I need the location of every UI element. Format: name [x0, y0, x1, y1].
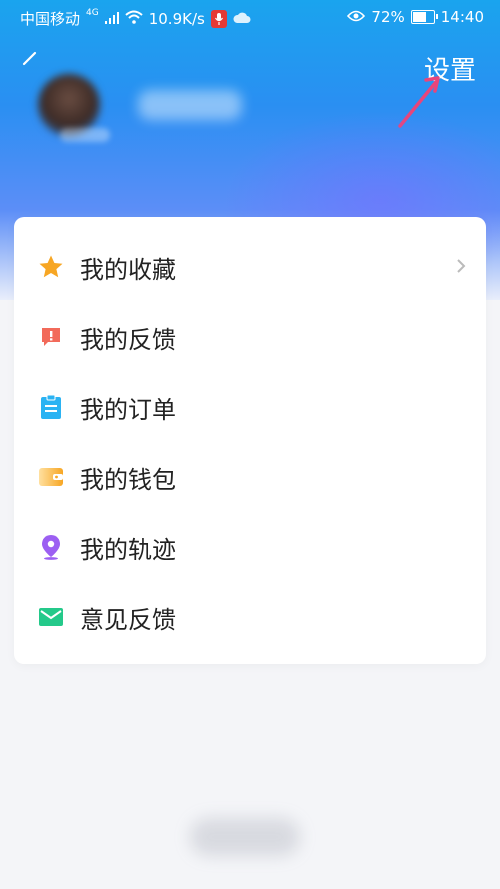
menu-item-label: 我的订单 [80, 395, 176, 424]
carrier-name: 中国移动 [20, 10, 81, 28]
bottom-blurred-content [190, 818, 300, 856]
wifi-icon [125, 10, 143, 28]
clock: 14:40 [440, 8, 484, 26]
menu-item-label: 我的反馈 [80, 325, 176, 354]
signal-icon [104, 10, 119, 28]
location-pin-icon [38, 534, 64, 560]
star-icon [38, 254, 64, 280]
menu-item-label: 我的钱包 [80, 465, 176, 494]
pointer-arrow-icon [390, 72, 450, 136]
battery-percent: 72% [371, 8, 405, 26]
menu-item-track[interactable]: 我的轨迹 [14, 513, 486, 581]
menu-item-label: 我的轨迹 [80, 535, 176, 564]
menu-item-my-feedback[interactable]: 我的反馈 [14, 303, 486, 371]
avatar[interactable] [38, 74, 100, 136]
cloud-icon [233, 10, 251, 28]
feedback-alert-icon [38, 324, 64, 350]
edit-icon[interactable] [22, 50, 38, 70]
clipboard-icon [38, 394, 64, 420]
menu-item-label: 我的收藏 [80, 255, 176, 284]
user-nickname[interactable] [138, 90, 242, 120]
eye-icon [347, 8, 366, 26]
mail-icon [38, 604, 64, 630]
menu-card: 我的收藏 我的反馈 我的订单 我的钱包 我的轨迹 意见反馈 [14, 217, 486, 664]
wallet-icon [38, 464, 64, 490]
menu-item-wallet[interactable]: 我的钱包 [14, 443, 486, 511]
status-bar: 中国移动 4G 10.9K/s 72% 14:40 [0, 0, 500, 36]
battery-icon [410, 10, 438, 24]
menu-item-label: 意见反馈 [80, 605, 176, 634]
chevron-right-icon [456, 257, 466, 279]
menu-item-orders[interactable]: 我的订单 [14, 373, 486, 441]
menu-item-favorites[interactable]: 我的收藏 [14, 233, 486, 301]
menu-item-suggestions[interactable]: 意见反馈 [14, 583, 486, 651]
mic-icon [210, 9, 227, 28]
network-type: 4G [86, 7, 99, 18]
network-speed: 10.9K/s [148, 9, 205, 28]
user-level-badge [60, 128, 110, 142]
